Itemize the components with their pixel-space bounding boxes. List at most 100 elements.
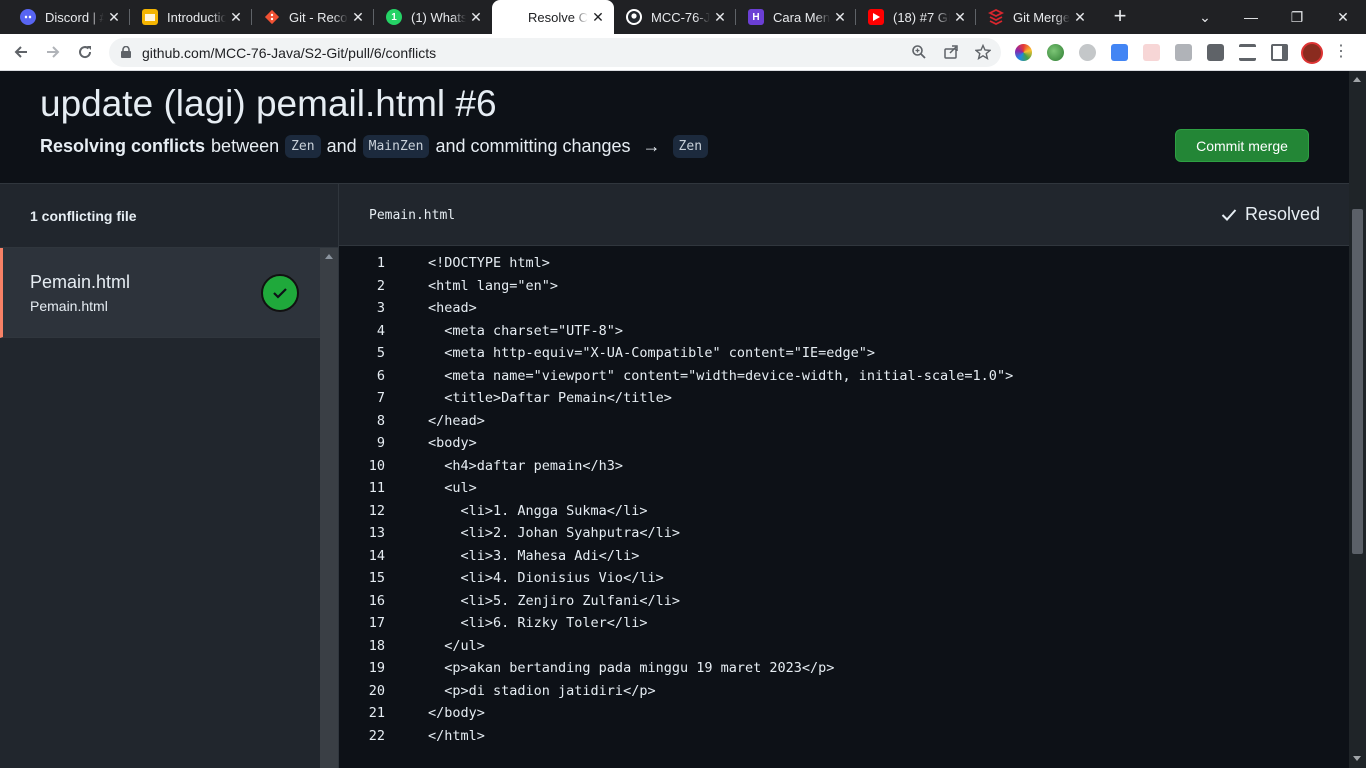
page-scrollbar[interactable]: [1349, 71, 1366, 768]
line-content[interactable]: <ul>: [385, 480, 477, 496]
line-content[interactable]: <meta http-equiv="X-UA-Compatible" conte…: [385, 345, 875, 361]
browser-tab[interactable]: Discord | # ✕: [8, 0, 130, 34]
code-line[interactable]: 15 <li>4. Dionisius Vio</li>: [339, 567, 1349, 590]
code-line[interactable]: 20 <p>di stadion jatidiri</p>: [339, 680, 1349, 703]
code-line[interactable]: 7 <title>Daftar Pemain</title>: [339, 387, 1349, 410]
code-line[interactable]: 9 <body>: [339, 432, 1349, 455]
line-content[interactable]: <html lang="en">: [385, 278, 558, 294]
browser-tab[interactable]: Git Merge ✕: [976, 0, 1096, 34]
browser-tab[interactable]: MCC-76-Ja ✕: [614, 0, 736, 34]
line-content[interactable]: <!DOCTYPE html>: [385, 255, 550, 271]
code-line[interactable]: 16 <li>5. Zenjiro Zulfani</li>: [339, 590, 1349, 613]
translate-extension-icon[interactable]: [1111, 44, 1128, 61]
code-line[interactable]: 19 <p>akan bertanding pada minggu 19 mar…: [339, 657, 1349, 680]
side-panel-icon[interactable]: [1271, 44, 1288, 61]
globe-extension-icon[interactable]: [1047, 44, 1064, 61]
browser-tab[interactable]: H Cara Meng ✕: [736, 0, 856, 34]
minimize-button[interactable]: —: [1228, 0, 1274, 34]
extension-icon[interactable]: [1143, 44, 1160, 61]
share-icon[interactable]: [942, 44, 960, 62]
color-picker-extension-icon[interactable]: [1015, 44, 1032, 61]
close-tab-icon[interactable]: ✕: [830, 9, 850, 26]
restore-button[interactable]: ❐: [1274, 0, 1320, 34]
line-content[interactable]: <li>5. Zenjiro Zulfani</li>: [385, 593, 680, 609]
line-content[interactable]: <li>3. Mahesa Adi</li>: [385, 548, 640, 564]
line-number: 3: [376, 300, 385, 317]
address-bar[interactable]: github.com/MCC-76-Java/S2-Git/pull/6/con…: [109, 38, 1001, 67]
close-tab-icon[interactable]: ✕: [950, 9, 970, 26]
conflict-file-item[interactable]: Pemain.html Pemain.html: [0, 248, 320, 338]
close-tab-icon[interactable]: ✕: [710, 9, 730, 26]
code-line[interactable]: 8 </head>: [339, 410, 1349, 433]
line-content[interactable]: <body>: [385, 435, 477, 451]
arrow-right-icon: →: [642, 136, 661, 156]
scroll-up-arrow-icon[interactable]: [1353, 77, 1361, 82]
code-line[interactable]: 14 <li>3. Mahesa Adi</li>: [339, 545, 1349, 568]
close-tab-icon[interactable]: ✕: [104, 9, 124, 26]
extension-icon[interactable]: [1079, 44, 1096, 61]
line-content[interactable]: <li>2. Johan Syahputra</li>: [385, 525, 680, 541]
browser-tab[interactable]: (18) #7 GIT ✕: [856, 0, 976, 34]
line-content[interactable]: <title>Daftar Pemain</title>: [385, 390, 672, 406]
code-line[interactable]: 3 <head>: [339, 297, 1349, 320]
close-tab-icon[interactable]: ✕: [348, 9, 368, 26]
reload-button[interactable]: [72, 39, 98, 65]
close-tab-icon[interactable]: ✕: [226, 9, 246, 26]
browser-menu-icon[interactable]: ⋮: [1333, 40, 1349, 64]
scrollbar-thumb[interactable]: [1352, 209, 1363, 554]
line-content[interactable]: <meta charset="UTF-8">: [385, 323, 623, 339]
scroll-down-arrow-icon[interactable]: [1353, 756, 1361, 761]
code-line[interactable]: 13 <li>2. Johan Syahputra</li>: [339, 522, 1349, 545]
browser-tab[interactable]: 1 (1) WhatsA ✕: [374, 0, 492, 34]
line-content[interactable]: </ul>: [385, 638, 485, 654]
forward-button[interactable]: [40, 39, 66, 65]
line-content[interactable]: <meta name="viewport" content="width=dev…: [385, 368, 1013, 384]
line-content[interactable]: </head>: [385, 413, 485, 429]
line-content[interactable]: <li>6. Rizky Toler</li>: [385, 615, 648, 631]
close-tab-icon[interactable]: ✕: [588, 9, 608, 26]
browser-tab-active[interactable]: Resolve Co ✕: [492, 0, 614, 34]
tab-search-chevron-icon[interactable]: ⌄: [1182, 0, 1228, 34]
browser-tab[interactable]: Git - Recor ✕: [252, 0, 374, 34]
line-content[interactable]: </html>: [385, 728, 485, 744]
profile-avatar[interactable]: [1301, 42, 1323, 64]
line-content[interactable]: <p>akan bertanding pada minggu 19 maret …: [385, 660, 834, 676]
scroll-up-arrow-icon[interactable]: [325, 254, 333, 259]
file-name: Pemain.html: [30, 272, 131, 292]
code-line[interactable]: 6 <meta name="viewport" content="width=d…: [339, 365, 1349, 388]
head-branch-label: Zen: [285, 135, 321, 158]
browser-tab[interactable]: Introductio ✕: [130, 0, 252, 34]
code-line[interactable]: 5 <meta http-equiv="X-UA-Compatible" con…: [339, 342, 1349, 365]
line-content[interactable]: <li>1. Angga Sukma</li>: [385, 503, 648, 519]
zoom-icon[interactable]: [910, 44, 928, 62]
new-tab-button[interactable]: +: [1108, 5, 1132, 29]
close-window-button[interactable]: ✕: [1320, 0, 1366, 34]
code-line[interactable]: 2 <html lang="en">: [339, 275, 1349, 298]
code-line[interactable]: 21 </body>: [339, 702, 1349, 725]
url-text[interactable]: github.com/MCC-76-Java/S2-Git/pull/6/con…: [142, 45, 436, 61]
line-content[interactable]: <p>di stadion jatidiri</p>: [385, 683, 655, 699]
code-line[interactable]: 1 <!DOCTYPE html>: [339, 252, 1349, 275]
line-content[interactable]: <li>4. Dionisius Vio</li>: [385, 570, 664, 586]
puzzle-extensions-icon[interactable]: [1207, 44, 1224, 61]
code-line[interactable]: 10 <h4>daftar pemain</h3>: [339, 455, 1349, 478]
line-content[interactable]: <head>: [385, 300, 477, 316]
camera-extension-icon[interactable]: [1175, 44, 1192, 61]
bookmark-star-icon[interactable]: [974, 43, 992, 62]
code-line[interactable]: 11 <ul>: [339, 477, 1349, 500]
close-tab-icon[interactable]: ✕: [466, 9, 486, 26]
code-line[interactable]: 4 <meta charset="UTF-8">: [339, 320, 1349, 343]
media-control-icon[interactable]: [1239, 44, 1256, 61]
close-tab-icon[interactable]: ✕: [1070, 9, 1090, 26]
code-line[interactable]: 22 </html>: [339, 725, 1349, 748]
commit-merge-button[interactable]: Commit merge: [1175, 129, 1309, 162]
code-line[interactable]: 12 <li>1. Angga Sukma</li>: [339, 500, 1349, 523]
code-line[interactable]: 17 <li>6. Rizky Toler</li>: [339, 612, 1349, 635]
sidebar-scrollbar[interactable]: [320, 248, 338, 768]
line-content[interactable]: <h4>daftar pemain</h3>: [385, 458, 623, 474]
site-icon: H: [748, 9, 764, 25]
code-line[interactable]: 18 </ul>: [339, 635, 1349, 658]
back-button[interactable]: [8, 39, 34, 65]
line-content[interactable]: </body>: [385, 705, 485, 721]
target-branch-label: Zen: [672, 135, 709, 158]
